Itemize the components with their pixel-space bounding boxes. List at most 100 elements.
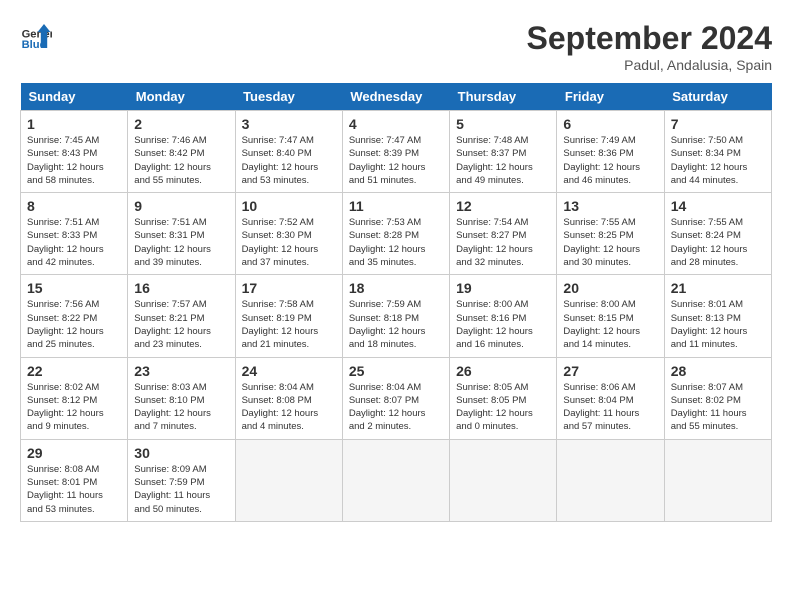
day-number: 22	[27, 363, 121, 379]
calendar-week-row: 29 Sunrise: 8:08 AMSunset: 8:01 PMDayligh…	[21, 439, 772, 521]
calendar-day-cell	[450, 439, 557, 521]
calendar-day-cell: 21Sunrise: 8:01 AMSunset: 8:13 PMDayligh…	[664, 275, 771, 357]
day-info: Sunrise: 8:07 AMSunset: 8:02 PMDaylight:…	[671, 381, 765, 434]
day-info: Sunrise: 8:00 AMSunset: 8:15 PMDaylight:…	[563, 298, 657, 351]
month-title: September 2024	[527, 20, 772, 57]
day-info: Sunrise: 7:51 AMSunset: 8:31 PMDaylight:…	[134, 216, 228, 269]
calendar-day-cell	[557, 439, 664, 521]
day-number: 6	[563, 116, 657, 132]
calendar-day-cell: 8 Sunrise: 7:51 AMSunset: 8:33 PMDaylight…	[21, 193, 128, 275]
weekday-header: Monday	[128, 83, 235, 111]
day-info: Sunrise: 7:56 AMSunset: 8:22 PMDaylight:…	[27, 298, 121, 351]
calendar-week-row: 8 Sunrise: 7:51 AMSunset: 8:33 PMDaylight…	[21, 193, 772, 275]
calendar-week-row: 1 Sunrise: 7:45 AMSunset: 8:43 PMDaylight…	[21, 111, 772, 193]
calendar-day-cell: 25Sunrise: 8:04 AMSunset: 8:07 PMDayligh…	[342, 357, 449, 439]
day-info: Sunrise: 8:03 AMSunset: 8:10 PMDaylight:…	[134, 381, 228, 434]
day-number: 28	[671, 363, 765, 379]
day-number: 5	[456, 116, 550, 132]
header-row: SundayMondayTuesdayWednesdayThursdayFrid…	[21, 83, 772, 111]
calendar-week-row: 15 Sunrise: 7:56 AMSunset: 8:22 PMDayligh…	[21, 275, 772, 357]
calendar-day-cell: 6Sunrise: 7:49 AMSunset: 8:36 PMDaylight…	[557, 111, 664, 193]
calendar-day-cell: 1 Sunrise: 7:45 AMSunset: 8:43 PMDaylight…	[21, 111, 128, 193]
day-info: Sunrise: 7:55 AMSunset: 8:24 PMDaylight:…	[671, 216, 765, 269]
calendar-day-cell: 17 Sunrise: 7:58 AMSunset: 8:19 PMDayligh…	[235, 275, 342, 357]
day-number: 2	[134, 116, 228, 132]
day-info: Sunrise: 7:51 AMSunset: 8:33 PMDaylight:…	[27, 216, 121, 269]
calendar-day-cell: 30 Sunrise: 8:09 AMSunset: 7:59 PMDayligh…	[128, 439, 235, 521]
calendar-day-cell	[342, 439, 449, 521]
day-number: 30	[134, 445, 228, 461]
calendar-day-cell: 28 Sunrise: 8:07 AMSunset: 8:02 PMDayligh…	[664, 357, 771, 439]
calendar-day-cell	[664, 439, 771, 521]
calendar-day-cell: 29 Sunrise: 8:08 AMSunset: 8:01 PMDayligh…	[21, 439, 128, 521]
day-info: Sunrise: 7:45 AMSunset: 8:43 PMDaylight:…	[27, 134, 121, 187]
day-number: 9	[134, 198, 228, 214]
day-info: Sunrise: 8:00 AMSunset: 8:16 PMDaylight:…	[456, 298, 550, 351]
day-number: 13	[563, 198, 657, 214]
day-number: 25	[349, 363, 443, 379]
day-number: 8	[27, 198, 121, 214]
day-info: Sunrise: 7:55 AMSunset: 8:25 PMDaylight:…	[563, 216, 657, 269]
day-number: 20	[563, 280, 657, 296]
calendar-day-cell: 26 Sunrise: 8:05 AMSunset: 8:05 PMDayligh…	[450, 357, 557, 439]
weekday-header: Friday	[557, 83, 664, 111]
day-number: 15	[27, 280, 121, 296]
day-number: 14	[671, 198, 765, 214]
day-number: 21	[671, 280, 765, 296]
day-info: Sunrise: 7:54 AMSunset: 8:27 PMDaylight:…	[456, 216, 550, 269]
day-info: Sunrise: 7:47 AMSunset: 8:40 PMDaylight:…	[242, 134, 336, 187]
day-number: 3	[242, 116, 336, 132]
calendar-week-row: 22 Sunrise: 8:02 AMSunset: 8:12 PMDayligh…	[21, 357, 772, 439]
calendar-table: SundayMondayTuesdayWednesdayThursdayFrid…	[20, 83, 772, 522]
day-number: 7	[671, 116, 765, 132]
page-header: General Blue September 2024 Padul, Andal…	[20, 20, 772, 73]
day-number: 10	[242, 198, 336, 214]
day-info: Sunrise: 8:02 AMSunset: 8:12 PMDaylight:…	[27, 381, 121, 434]
day-info: Sunrise: 7:58 AMSunset: 8:19 PMDaylight:…	[242, 298, 336, 351]
day-info: Sunrise: 7:59 AMSunset: 8:18 PMDaylight:…	[349, 298, 443, 351]
calendar-day-cell: 18Sunrise: 7:59 AMSunset: 8:18 PMDayligh…	[342, 275, 449, 357]
day-info: Sunrise: 7:52 AMSunset: 8:30 PMDaylight:…	[242, 216, 336, 269]
day-number: 27	[563, 363, 657, 379]
calendar-day-cell: 19 Sunrise: 8:00 AMSunset: 8:16 PMDayligh…	[450, 275, 557, 357]
calendar-day-cell: 10 Sunrise: 7:52 AMSunset: 8:30 PMDayligh…	[235, 193, 342, 275]
title-block: September 2024 Padul, Andalusia, Spain	[527, 20, 772, 73]
day-number: 26	[456, 363, 550, 379]
calendar-day-cell: 15 Sunrise: 7:56 AMSunset: 8:22 PMDayligh…	[21, 275, 128, 357]
weekday-header: Tuesday	[235, 83, 342, 111]
day-info: Sunrise: 7:46 AMSunset: 8:42 PMDaylight:…	[134, 134, 228, 187]
calendar-day-cell: 20 Sunrise: 8:00 AMSunset: 8:15 PMDayligh…	[557, 275, 664, 357]
calendar-day-cell: 5 Sunrise: 7:48 AMSunset: 8:37 PMDaylight…	[450, 111, 557, 193]
day-number: 12	[456, 198, 550, 214]
calendar-day-cell: 12 Sunrise: 7:54 AMSunset: 8:27 PMDayligh…	[450, 193, 557, 275]
day-info: Sunrise: 8:08 AMSunset: 8:01 PMDaylight:…	[27, 463, 121, 516]
calendar-day-cell: 13 Sunrise: 7:55 AMSunset: 8:25 PMDayligh…	[557, 193, 664, 275]
calendar-day-cell: 16Sunrise: 7:57 AMSunset: 8:21 PMDayligh…	[128, 275, 235, 357]
day-number: 19	[456, 280, 550, 296]
day-number: 17	[242, 280, 336, 296]
day-info: Sunrise: 7:48 AMSunset: 8:37 PMDaylight:…	[456, 134, 550, 187]
day-number: 1	[27, 116, 121, 132]
day-info: Sunrise: 8:09 AMSunset: 7:59 PMDaylight:…	[134, 463, 228, 516]
weekday-header: Saturday	[664, 83, 771, 111]
day-info: Sunrise: 7:50 AMSunset: 8:34 PMDaylight:…	[671, 134, 765, 187]
day-info: Sunrise: 7:57 AMSunset: 8:21 PMDaylight:…	[134, 298, 228, 351]
calendar-day-cell: 23Sunrise: 8:03 AMSunset: 8:10 PMDayligh…	[128, 357, 235, 439]
calendar-day-cell: 9 Sunrise: 7:51 AMSunset: 8:31 PMDaylight…	[128, 193, 235, 275]
day-number: 11	[349, 198, 443, 214]
day-number: 24	[242, 363, 336, 379]
calendar-day-cell: 3 Sunrise: 7:47 AMSunset: 8:40 PMDaylight…	[235, 111, 342, 193]
weekday-header: Wednesday	[342, 83, 449, 111]
calendar-day-cell: 24 Sunrise: 8:04 AMSunset: 8:08 PMDayligh…	[235, 357, 342, 439]
calendar-day-cell: 4Sunrise: 7:47 AMSunset: 8:39 PMDaylight…	[342, 111, 449, 193]
day-number: 29	[27, 445, 121, 461]
logo: General Blue	[20, 20, 56, 52]
logo-icon: General Blue	[20, 20, 52, 52]
weekday-header: Sunday	[21, 83, 128, 111]
calendar-day-cell: 11 Sunrise: 7:53 AMSunset: 8:28 PMDayligh…	[342, 193, 449, 275]
day-info: Sunrise: 8:06 AMSunset: 8:04 PMDaylight:…	[563, 381, 657, 434]
calendar-day-cell: 7 Sunrise: 7:50 AMSunset: 8:34 PMDaylight…	[664, 111, 771, 193]
day-info: Sunrise: 8:04 AMSunset: 8:08 PMDaylight:…	[242, 381, 336, 434]
day-info: Sunrise: 8:05 AMSunset: 8:05 PMDaylight:…	[456, 381, 550, 434]
day-info: Sunrise: 7:53 AMSunset: 8:28 PMDaylight:…	[349, 216, 443, 269]
